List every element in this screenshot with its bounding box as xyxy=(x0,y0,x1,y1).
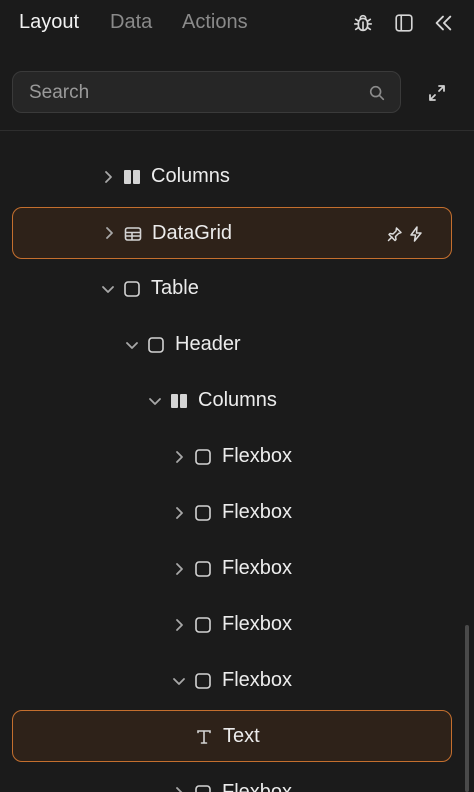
chevron-right-icon[interactable] xyxy=(100,169,116,185)
box-icon xyxy=(194,560,212,578)
chevron-down-icon[interactable] xyxy=(124,337,140,353)
tree-item-label: Table xyxy=(151,277,199,299)
chevron-right-icon[interactable] xyxy=(171,449,187,465)
collapse-icon[interactable] xyxy=(432,12,454,34)
chevron-right-icon[interactable] xyxy=(171,617,187,633)
bug-icon[interactable] xyxy=(352,12,374,34)
tree-item-flexbox[interactable]: Flexbox xyxy=(0,545,474,593)
tree-item-label: Flexbox xyxy=(222,445,293,467)
box-icon xyxy=(194,672,212,690)
tree-item-label: Columns xyxy=(151,165,230,187)
tree-item-label: Flexbox xyxy=(222,669,293,691)
chevron-down-icon[interactable] xyxy=(100,281,116,297)
tab-actions[interactable]: Actions xyxy=(182,11,248,34)
datagrid-icon xyxy=(124,225,142,243)
box-icon xyxy=(147,336,165,354)
tree-item-label: Header xyxy=(175,333,241,355)
tree-item-flexbox[interactable]: Flexbox xyxy=(0,657,474,705)
chevron-right-icon[interactable] xyxy=(171,785,187,792)
tree-item-flexbox[interactable]: Flexbox xyxy=(0,433,474,481)
chevron-down-icon[interactable] xyxy=(171,673,187,689)
tab-data[interactable]: Data xyxy=(110,11,152,34)
chevron-right-icon[interactable] xyxy=(101,225,117,241)
search-box xyxy=(12,71,401,114)
search-input[interactable] xyxy=(27,72,361,114)
pin-icon[interactable] xyxy=(387,226,403,242)
tree-item-label: Columns xyxy=(198,389,277,411)
tree-item-label: DataGrid xyxy=(152,222,233,244)
tree-item-flexbox[interactable]: Flexbox xyxy=(0,601,474,649)
tree-item-flexbox[interactable]: Flexbox xyxy=(0,489,474,537)
tree-item-columns[interactable]: Columns xyxy=(0,153,474,201)
chevron-down-icon[interactable] xyxy=(147,393,163,409)
bolt-icon[interactable] xyxy=(408,226,424,242)
tree-item-label: Text xyxy=(223,725,260,747)
tree-item-columns[interactable]: Columns xyxy=(0,377,474,425)
box-icon xyxy=(123,280,141,298)
expand-icon[interactable] xyxy=(427,83,447,103)
text-icon xyxy=(195,728,213,746)
tree-item-header[interactable]: Header xyxy=(0,321,474,369)
columns-icon xyxy=(123,168,141,186)
columns-icon xyxy=(170,392,188,410)
tree-item-label: Flexbox xyxy=(222,557,293,579)
search-row xyxy=(0,60,474,131)
search-icon xyxy=(368,84,386,102)
tree-item-label: Flexbox xyxy=(222,613,293,635)
top-tab-bar: Layout Data Actions xyxy=(0,0,474,48)
tree-item-flexbox[interactable]: Flexbox xyxy=(0,769,474,792)
tree-item-table[interactable]: Table xyxy=(0,265,474,313)
panel-icon[interactable] xyxy=(393,12,415,34)
tree-item-label: Flexbox xyxy=(222,781,293,792)
tree-item-text[interactable]: Text xyxy=(12,710,452,762)
chevron-right-icon[interactable] xyxy=(171,505,187,521)
box-icon xyxy=(194,448,212,466)
tree-item-datagrid[interactable]: DataGrid xyxy=(12,207,452,259)
tab-layout[interactable]: Layout xyxy=(19,11,79,34)
box-icon xyxy=(194,504,212,522)
chevron-right-icon[interactable] xyxy=(171,561,187,577)
scrollbar[interactable] xyxy=(465,625,469,792)
box-icon xyxy=(194,616,212,634)
box-icon xyxy=(194,784,212,792)
layout-tree: Columns DataGrid Table Header Columns Fl… xyxy=(0,131,474,792)
tree-item-label: Flexbox xyxy=(222,501,293,523)
